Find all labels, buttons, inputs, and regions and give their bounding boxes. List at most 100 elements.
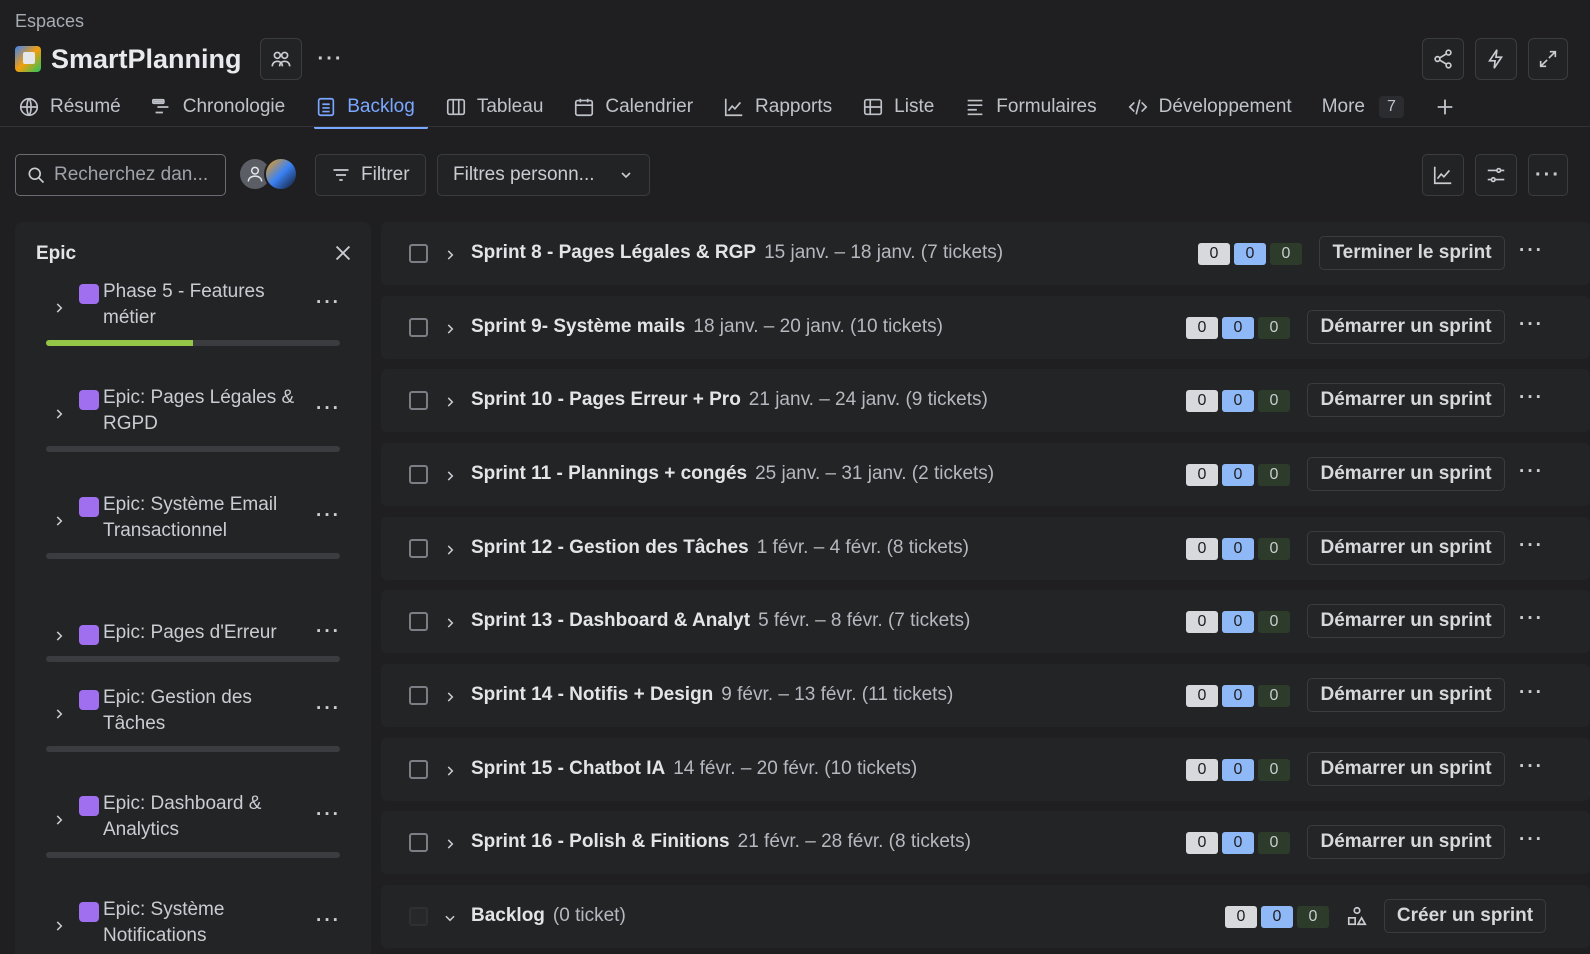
- automation-button[interactable]: [1475, 38, 1517, 80]
- share-button[interactable]: [1422, 38, 1464, 80]
- chevron-right-icon[interactable]: [443, 835, 457, 849]
- add-tab-button[interactable]: [1431, 87, 1473, 127]
- tab-label: Calendrier: [605, 96, 694, 117]
- tab-chronologie[interactable]: Chronologie: [148, 87, 302, 127]
- chevron-right-icon[interactable]: [443, 320, 457, 334]
- sprint-name[interactable]: Sprint 12 - Gestion des Tâches: [471, 537, 749, 558]
- search-placeholder: Recherchez dan...: [54, 164, 209, 185]
- epic-more-icon[interactable]: ···: [316, 621, 341, 643]
- start-sprint-button[interactable]: Démarrer un sprint: [1307, 457, 1505, 491]
- sprint-name[interactable]: Sprint 15 - Chatbot IA: [471, 758, 665, 779]
- sprint-checkbox[interactable]: [409, 612, 428, 631]
- sprint-dates: 21 janv. – 24 janv. (9 tickets): [748, 389, 988, 410]
- sprint-more-icon[interactable]: ···: [1519, 387, 1544, 409]
- sprint-checkbox[interactable]: [409, 686, 428, 705]
- epic-more-icon[interactable]: ···: [316, 505, 341, 527]
- sprint-more-icon[interactable]: ···: [1519, 461, 1544, 483]
- breadcrumb[interactable]: Espaces: [15, 11, 84, 32]
- sprint-name[interactable]: Sprint 11 - Plannings + congés: [471, 463, 747, 484]
- epic-progress-bar: [46, 656, 340, 662]
- start-sprint-button[interactable]: Démarrer un sprint: [1307, 310, 1505, 344]
- filter-button[interactable]: Filtrer: [315, 154, 426, 196]
- chevron-right-icon[interactable]: [52, 405, 66, 419]
- sprint-name[interactable]: Sprint 14 - Notifis + Design: [471, 684, 713, 705]
- tab-formulaires[interactable]: Formulaires: [961, 87, 1113, 127]
- start-sprint-button[interactable]: Démarrer un sprint: [1307, 678, 1505, 712]
- sprint-more-icon[interactable]: ···: [1519, 314, 1544, 336]
- start-sprint-button[interactable]: Démarrer un sprint: [1307, 383, 1505, 417]
- chevron-right-icon[interactable]: [52, 627, 66, 641]
- start-sprint-button[interactable]: Démarrer un sprint: [1307, 604, 1505, 638]
- sprint-checkbox[interactable]: [409, 833, 428, 852]
- sprint-dates: 21 févr. – 28 févr. (8 tickets): [737, 831, 972, 852]
- avatar-group[interactable]: [238, 157, 298, 191]
- toolbar-more-button[interactable]: ···: [1528, 154, 1568, 196]
- team-button[interactable]: [259, 38, 302, 80]
- chevron-right-icon[interactable]: [443, 614, 457, 628]
- start-sprint-button[interactable]: Démarrer un sprint: [1307, 752, 1505, 786]
- chevron-right-icon[interactable]: [52, 811, 66, 825]
- chevron-right-icon[interactable]: [52, 705, 66, 719]
- fullscreen-button[interactable]: [1528, 38, 1568, 80]
- insights-button[interactable]: [1422, 154, 1464, 196]
- chevron-right-icon[interactable]: [443, 762, 457, 776]
- epic-more-icon[interactable]: ···: [316, 804, 341, 826]
- status-counts: 000: [1225, 906, 1329, 928]
- count-in-progress-badge: 0: [1222, 317, 1254, 339]
- complete-sprint-button[interactable]: Terminer le sprint: [1319, 236, 1505, 270]
- tab-developpement[interactable]: Développement: [1124, 87, 1309, 127]
- sprint-more-icon[interactable]: ···: [1519, 535, 1544, 557]
- sprint-checkbox[interactable]: [409, 465, 428, 484]
- sprint-name[interactable]: Sprint 16 - Polish & Finitions: [471, 831, 730, 852]
- epic-more-icon[interactable]: ···: [316, 398, 341, 420]
- tab-tableau[interactable]: Tableau: [442, 87, 561, 127]
- tab-liste[interactable]: Liste: [859, 87, 951, 127]
- chevron-right-icon[interactable]: [443, 246, 457, 260]
- sprint-name[interactable]: Sprint 13 - Dashboard & Analyt: [471, 610, 750, 631]
- chevron-right-icon[interactable]: [52, 512, 66, 526]
- sprint-name[interactable]: Sprint 8 - Pages Légales & RGP: [471, 242, 756, 263]
- chevron-right-icon[interactable]: [443, 393, 457, 407]
- chevron-right-icon[interactable]: [443, 541, 457, 555]
- sprint-more-icon[interactable]: ···: [1519, 240, 1544, 262]
- sprint-checkbox[interactable]: [409, 318, 428, 337]
- sprint-checkbox[interactable]: [409, 539, 428, 558]
- project-more-icon[interactable]: ···: [318, 48, 344, 71]
- chevron-right-icon[interactable]: [52, 917, 66, 931]
- epic-more-icon[interactable]: ···: [316, 292, 341, 314]
- epic-more-icon[interactable]: ···: [316, 910, 341, 932]
- sprint-more-icon[interactable]: ···: [1519, 829, 1544, 851]
- sprint-checkbox[interactable]: [409, 244, 428, 263]
- sprint-checkbox[interactable]: [409, 760, 428, 779]
- backlog-checkbox[interactable]: [409, 907, 428, 926]
- chevron-right-icon[interactable]: [52, 299, 66, 313]
- search-input[interactable]: Recherchez dan...: [15, 154, 226, 196]
- epic-panel-title: Epic: [36, 243, 77, 264]
- sprint-more-icon[interactable]: ···: [1519, 756, 1544, 778]
- chevron-right-icon[interactable]: [443, 467, 457, 481]
- custom-filters-dropdown[interactable]: Filtres personn...: [437, 154, 650, 196]
- sprint-more-icon[interactable]: ···: [1519, 608, 1544, 630]
- avatar[interactable]: [264, 157, 298, 191]
- tab-calendrier[interactable]: Calendrier: [570, 87, 710, 127]
- close-icon[interactable]: [332, 242, 354, 264]
- chevron-right-icon[interactable]: [443, 688, 457, 702]
- start-sprint-button[interactable]: Démarrer un sprint: [1307, 531, 1505, 565]
- chevron-down-icon[interactable]: [443, 909, 457, 923]
- tab-backlog[interactable]: Backlog: [312, 87, 432, 129]
- tab-label: Tableau: [476, 96, 544, 117]
- tab-rapports[interactable]: Rapports: [720, 87, 849, 127]
- assign-button[interactable]: [1342, 899, 1372, 933]
- sprint-row: Sprint 14 - Notifis + Design 9 févr. – 13…: [381, 664, 1590, 727]
- sprint-more-icon[interactable]: ···: [1519, 682, 1544, 704]
- epic-more-icon[interactable]: ···: [316, 698, 341, 720]
- tab-resume[interactable]: Résumé: [15, 87, 138, 127]
- create-sprint-button[interactable]: Créer un sprint: [1384, 899, 1546, 933]
- expand-icon: [1539, 50, 1557, 68]
- sprint-name[interactable]: Sprint 10 - Pages Erreur + Pro: [471, 389, 741, 410]
- view-settings-button[interactable]: [1475, 154, 1517, 196]
- sprint-checkbox[interactable]: [409, 391, 428, 410]
- start-sprint-button[interactable]: Démarrer un sprint: [1307, 825, 1505, 859]
- tab-more[interactable]: More 7: [1319, 87, 1421, 127]
- sprint-name[interactable]: Sprint 9- Système mails: [471, 316, 685, 337]
